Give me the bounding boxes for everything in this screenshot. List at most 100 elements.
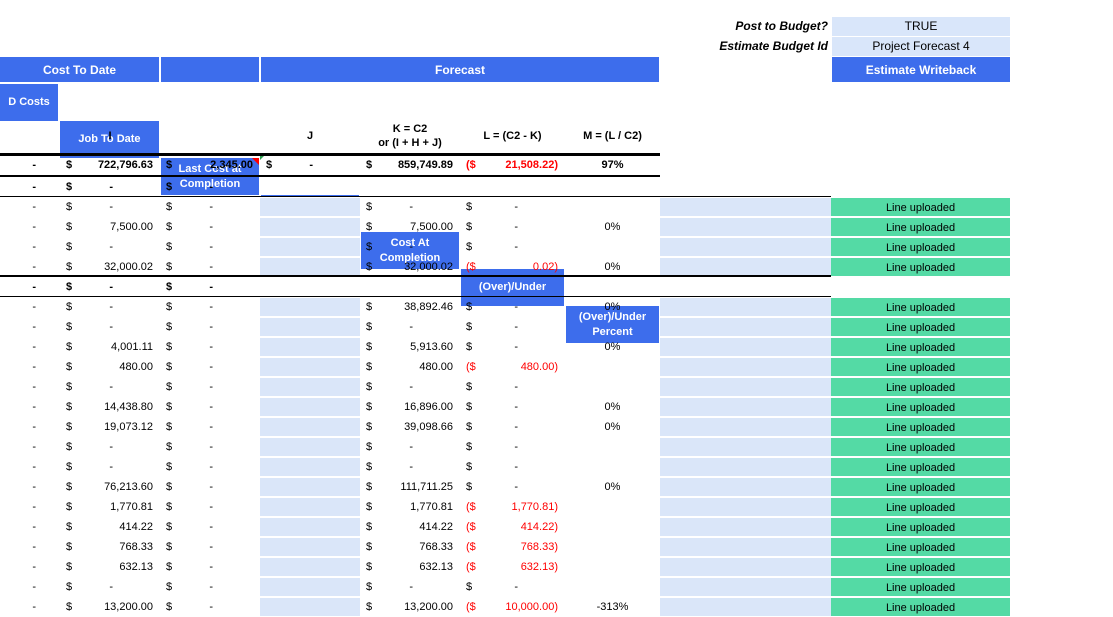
- status-cell[interactable]: [831, 277, 1010, 297]
- over-under-percent-cell[interactable]: [565, 377, 660, 397]
- job-to-date-cell[interactable]: $4,001.11: [60, 337, 160, 357]
- over-under-cell[interactable]: $-: [460, 457, 565, 477]
- status-cell[interactable]: Line uploaded: [831, 297, 1010, 317]
- status-cell[interactable]: Line uploaded: [831, 537, 1010, 557]
- last-cost-at-completion-cell[interactable]: $-: [160, 577, 260, 597]
- jtd-costs-cell[interactable]: -: [0, 557, 60, 577]
- job-to-date-cell[interactable]: $-: [60, 457, 160, 477]
- comments-cell[interactable]: [660, 297, 831, 317]
- over-under-percent-cell[interactable]: [565, 437, 660, 457]
- status-cell[interactable]: Line uploaded: [831, 557, 1010, 577]
- jtd-costs-cell[interactable]: -: [0, 217, 60, 237]
- last-cost-at-completion-cell[interactable]: $-: [160, 417, 260, 437]
- comments-cell[interactable]: [660, 517, 831, 537]
- comments-cell[interactable]: [660, 153, 831, 177]
- comments-cell[interactable]: [660, 377, 831, 397]
- over-under-cell[interactable]: $-: [460, 337, 565, 357]
- cost-to-complete-cell[interactable]: [260, 457, 360, 477]
- status-cell[interactable]: Line uploaded: [831, 437, 1010, 457]
- over-under-cell[interactable]: ($0.02): [460, 257, 565, 277]
- job-to-date-cell[interactable]: $-: [60, 577, 160, 597]
- cost-to-complete-cell[interactable]: [260, 537, 360, 557]
- comments-cell[interactable]: [660, 317, 831, 337]
- cost-to-complete-cell[interactable]: [260, 497, 360, 517]
- job-to-date-cell[interactable]: $414.22: [60, 517, 160, 537]
- comments-cell[interactable]: [660, 557, 831, 577]
- last-cost-at-completion-cell[interactable]: $-: [160, 477, 260, 497]
- over-under-cell[interactable]: $-: [460, 477, 565, 497]
- job-to-date-cell[interactable]: $-: [60, 277, 160, 297]
- over-under-cell[interactable]: ($768.33): [460, 537, 565, 557]
- job-to-date-cell[interactable]: $722,796.63: [60, 153, 160, 177]
- jtd-costs-cell[interactable]: -: [0, 517, 60, 537]
- over-under-percent-cell[interactable]: [565, 517, 660, 537]
- cost-at-completion-cell[interactable]: $-: [360, 237, 460, 257]
- jtd-costs-cell[interactable]: -: [0, 197, 60, 217]
- comments-cell[interactable]: [660, 437, 831, 457]
- last-cost-at-completion-cell[interactable]: $-: [160, 317, 260, 337]
- cost-at-completion-cell[interactable]: $13,200.00: [360, 597, 460, 617]
- status-cell[interactable]: Line uploaded: [831, 317, 1010, 337]
- jtd-costs-cell[interactable]: -: [0, 237, 60, 257]
- over-under-cell[interactable]: ($632.13): [460, 557, 565, 577]
- over-under-percent-cell[interactable]: 0%: [565, 217, 660, 237]
- jtd-costs-cell[interactable]: -: [0, 317, 60, 337]
- cost-at-completion-cell[interactable]: $-: [360, 197, 460, 217]
- jtd-costs-cell[interactable]: -: [0, 297, 60, 317]
- over-under-percent-cell[interactable]: 0%: [565, 297, 660, 317]
- last-cost-at-completion-cell[interactable]: $-: [160, 517, 260, 537]
- status-cell[interactable]: Line uploaded: [831, 477, 1010, 497]
- cost-to-complete-cell[interactable]: [260, 217, 360, 237]
- over-under-percent-cell[interactable]: 0%: [565, 477, 660, 497]
- job-to-date-cell[interactable]: $1,770.81: [60, 497, 160, 517]
- cost-at-completion-cell[interactable]: $632.13: [360, 557, 460, 577]
- cost-to-complete-cell[interactable]: [260, 197, 360, 217]
- cost-at-completion-cell[interactable]: $-: [360, 457, 460, 477]
- comments-cell[interactable]: [660, 417, 831, 437]
- cost-to-complete-cell[interactable]: [260, 257, 360, 277]
- over-under-percent-cell[interactable]: [565, 277, 660, 297]
- last-cost-at-completion-cell[interactable]: $-: [160, 457, 260, 477]
- job-to-date-cell[interactable]: $14,438.80: [60, 397, 160, 417]
- status-cell[interactable]: Line uploaded: [831, 257, 1010, 277]
- job-to-date-cell[interactable]: $-: [60, 297, 160, 317]
- jtd-costs-cell[interactable]: -: [0, 497, 60, 517]
- cost-to-complete-cell[interactable]: [260, 477, 360, 497]
- jtd-costs-cell[interactable]: -: [0, 457, 60, 477]
- jtd-costs-cell[interactable]: -: [0, 357, 60, 377]
- cost-at-completion-cell[interactable]: $480.00: [360, 357, 460, 377]
- status-cell[interactable]: Line uploaded: [831, 377, 1010, 397]
- job-to-date-cell[interactable]: $632.13: [60, 557, 160, 577]
- over-under-cell[interactable]: $-: [460, 377, 565, 397]
- jtd-costs-cell[interactable]: -: [0, 537, 60, 557]
- cost-at-completion-cell[interactable]: $768.33: [360, 537, 460, 557]
- last-cost-at-completion-cell[interactable]: $-: [160, 197, 260, 217]
- last-cost-at-completion-cell[interactable]: $-: [160, 397, 260, 417]
- jtd-costs-cell[interactable]: -: [0, 577, 60, 597]
- over-under-cell[interactable]: ($10,000.00): [460, 597, 565, 617]
- cost-at-completion-cell[interactable]: $-: [360, 437, 460, 457]
- job-to-date-cell[interactable]: $-: [60, 377, 160, 397]
- jtd-costs-cell[interactable]: -: [0, 397, 60, 417]
- over-under-cell[interactable]: [460, 177, 565, 197]
- over-under-percent-cell[interactable]: [565, 537, 660, 557]
- last-cost-at-completion-cell[interactable]: $-: [160, 257, 260, 277]
- last-cost-at-completion-cell[interactable]: $-: [160, 177, 260, 197]
- over-under-cell[interactable]: ($414.22): [460, 517, 565, 537]
- cost-to-complete-cell[interactable]: [260, 177, 360, 197]
- last-cost-at-completion-cell[interactable]: $-: [160, 557, 260, 577]
- over-under-percent-cell[interactable]: 0%: [565, 417, 660, 437]
- jtd-costs-cell[interactable]: -: [0, 377, 60, 397]
- over-under-cell[interactable]: [460, 277, 565, 297]
- job-to-date-cell[interactable]: $76,213.60: [60, 477, 160, 497]
- comments-cell[interactable]: [660, 277, 831, 297]
- last-cost-at-completion-cell[interactable]: $-: [160, 277, 260, 297]
- cost-to-complete-cell[interactable]: [260, 597, 360, 617]
- job-to-date-cell[interactable]: $480.00: [60, 357, 160, 377]
- cost-to-complete-cell[interactable]: [260, 297, 360, 317]
- status-cell[interactable]: Line uploaded: [831, 197, 1010, 217]
- status-cell[interactable]: Line uploaded: [831, 497, 1010, 517]
- over-under-percent-cell[interactable]: [565, 237, 660, 257]
- status-cell[interactable]: Line uploaded: [831, 237, 1010, 257]
- job-to-date-cell[interactable]: $13,200.00: [60, 597, 160, 617]
